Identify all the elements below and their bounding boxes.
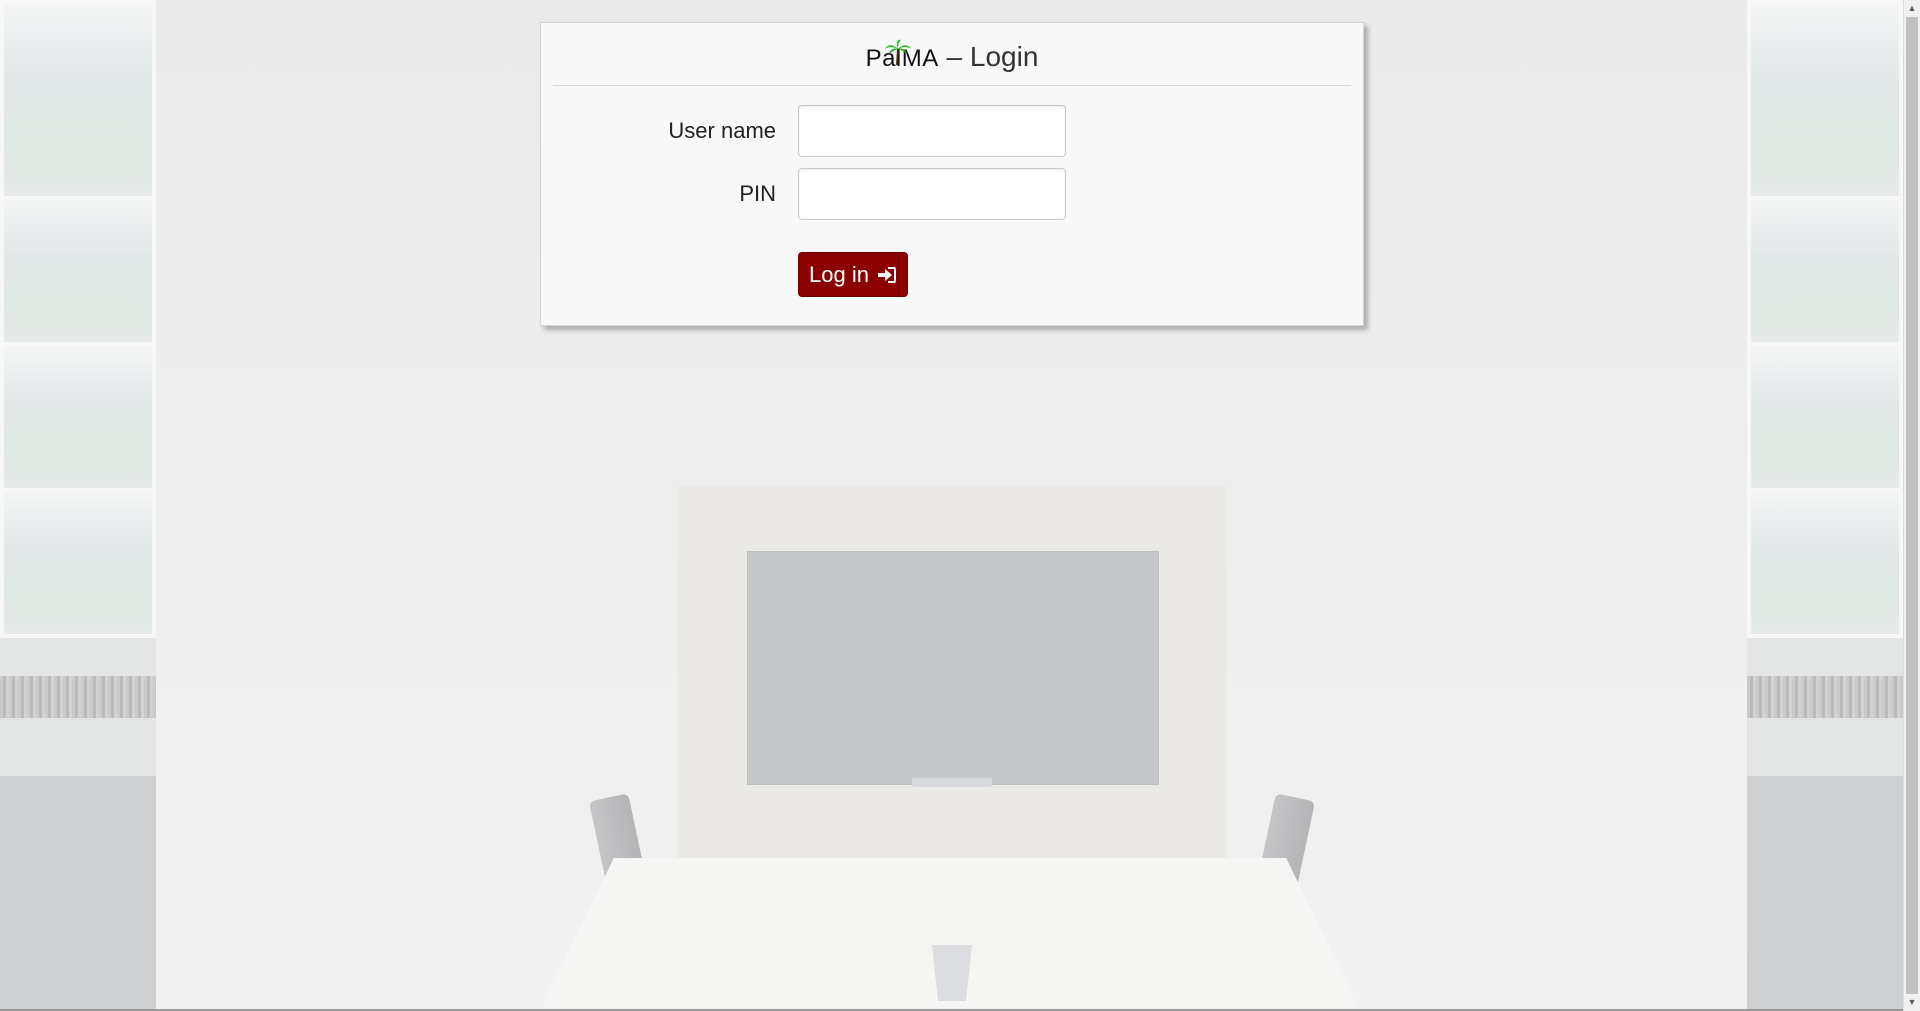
username-input[interactable] bbox=[798, 105, 1066, 157]
background-screen-bar bbox=[912, 778, 992, 787]
pin-label: PIN bbox=[739, 181, 776, 206]
title-suffix: – Login bbox=[938, 41, 1039, 72]
login-card: PalMA – Login User name PIN Log in bbox=[540, 22, 1364, 326]
page-title: PalMA – Login bbox=[553, 39, 1351, 86]
pin-input[interactable] bbox=[798, 168, 1066, 220]
sign-in-icon bbox=[877, 266, 896, 283]
scroll-down-arrow-icon[interactable]: ▼ bbox=[1904, 994, 1920, 1011]
vertical-scrollbar[interactable]: ▲ ▼ bbox=[1903, 0, 1920, 1011]
username-row: User name bbox=[541, 105, 1363, 157]
palma-logo: PalMA bbox=[866, 39, 939, 73]
background-window-left bbox=[0, 0, 156, 1011]
background-screen bbox=[747, 551, 1159, 785]
background-window-right bbox=[1747, 0, 1903, 1011]
scrollbar-thumb[interactable] bbox=[1906, 17, 1918, 994]
login-button[interactable]: Log in bbox=[798, 252, 908, 297]
username-label: User name bbox=[668, 118, 776, 143]
login-button-label: Log in bbox=[809, 261, 869, 287]
pin-row: PIN bbox=[541, 168, 1363, 220]
background-cup bbox=[932, 945, 972, 1001]
palm-tree-icon bbox=[884, 39, 911, 65]
scroll-up-arrow-icon[interactable]: ▲ bbox=[1904, 0, 1920, 17]
